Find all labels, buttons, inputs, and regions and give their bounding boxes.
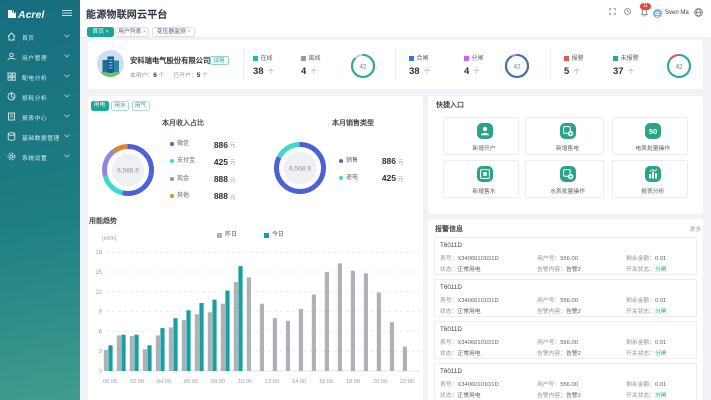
svg-text:6,568.9: 6,568.9 xyxy=(117,168,139,175)
svg-text:42: 42 xyxy=(675,63,683,70)
svg-text:14:00: 14:00 xyxy=(292,379,306,385)
svg-text:3: 3 xyxy=(99,349,103,355)
svg-text:6,568.9: 6,568.9 xyxy=(289,166,311,173)
svg-text:16:00: 16:00 xyxy=(319,379,333,385)
svg-text:06:00: 06:00 xyxy=(184,379,198,385)
svg-text:12: 12 xyxy=(95,290,102,296)
svg-text:42: 42 xyxy=(359,63,367,70)
svg-text:15: 15 xyxy=(95,270,102,276)
svg-text:08:00: 08:00 xyxy=(211,379,225,385)
svg-text:Acrel: Acrel xyxy=(17,9,45,21)
svg-text:00:00: 00:00 xyxy=(103,379,117,385)
svg-text:20:00: 20:00 xyxy=(373,379,387,385)
svg-text:0: 0 xyxy=(99,369,103,375)
svg-text:02:00: 02:00 xyxy=(130,379,144,385)
svg-text:18: 18 xyxy=(95,250,102,256)
svg-text:18:00: 18:00 xyxy=(346,379,360,385)
svg-text:42: 42 xyxy=(513,63,521,70)
svg-text:9: 9 xyxy=(99,310,103,316)
svg-text:6: 6 xyxy=(99,329,103,335)
svg-text:04:00: 04:00 xyxy=(157,379,171,385)
svg-text:10:00: 10:00 xyxy=(238,379,252,385)
svg-text:12:00: 12:00 xyxy=(265,379,279,385)
svg-text:50: 50 xyxy=(649,127,657,136)
svg-text:22:00: 22:00 xyxy=(400,379,414,385)
